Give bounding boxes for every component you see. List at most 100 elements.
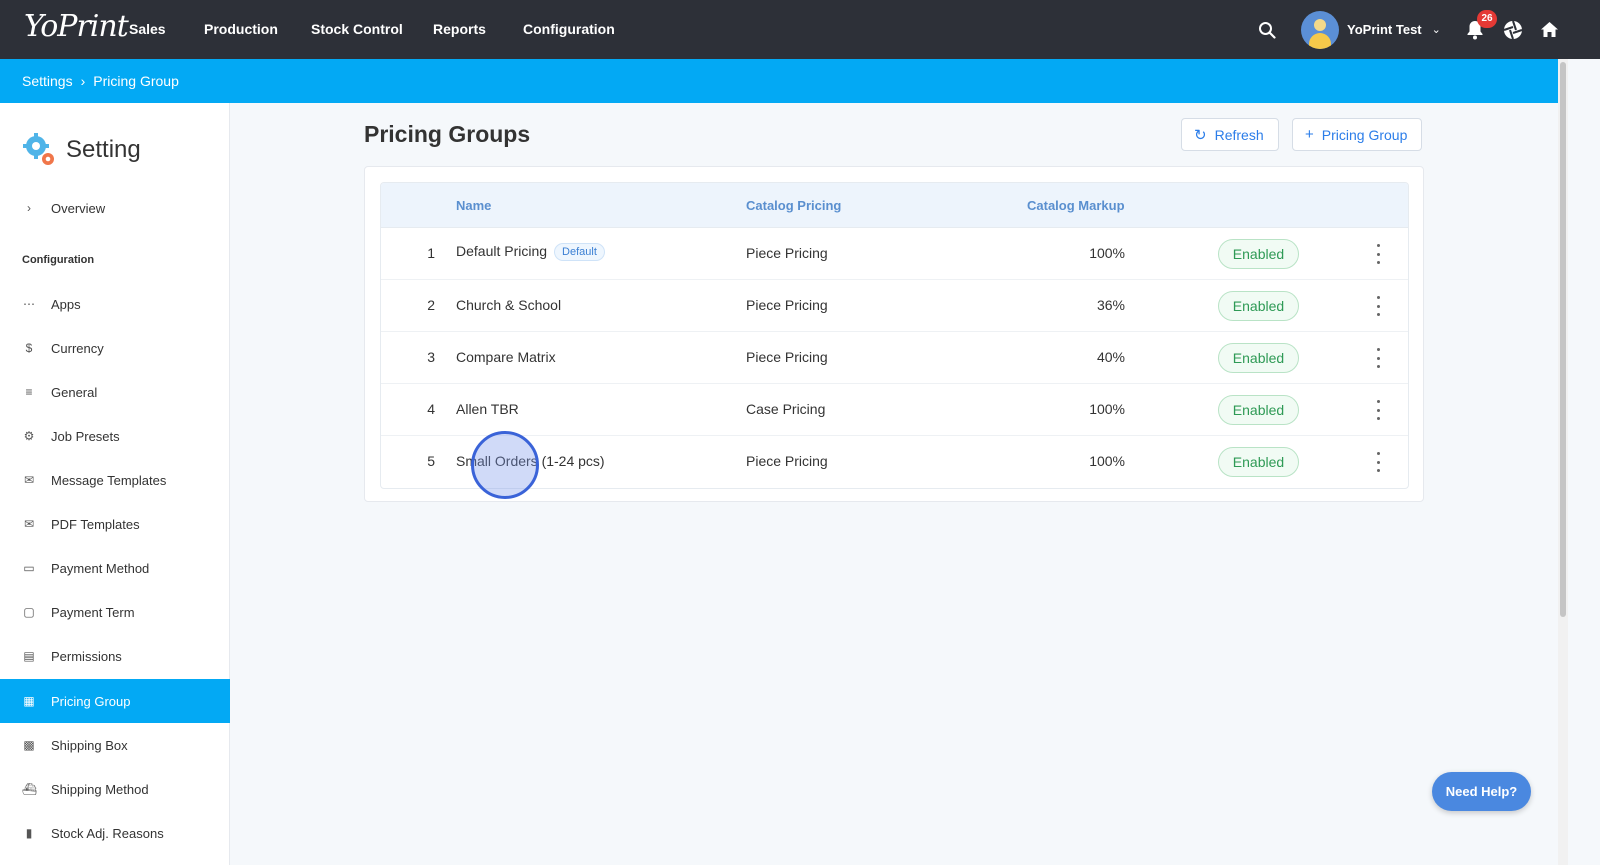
row-name[interactable]: Allen TBR [456,401,519,417]
user-menu[interactable]: YoPrint Test ⌄ [1301,0,1441,59]
refresh-button[interactable]: ↻ Refresh [1181,118,1279,151]
sidebar-item-label: Apps [51,296,81,312]
table-row[interactable]: 2 Church & School Piece Pricing 36% Enab… [381,280,1408,332]
sidebar-title-text: Setting [66,136,141,163]
need-help-button[interactable]: Need Help? [1432,772,1531,811]
row-index: 5 [427,453,435,469]
column-name[interactable]: Name [456,198,491,213]
sidebar-item-label: Shipping Method [51,781,149,797]
row-index: 2 [427,297,435,313]
row-catalog-pricing: Piece Pricing [746,245,828,261]
row-name[interactable]: Church & School [456,297,561,313]
sidebar-item-pricing-group[interactable]: ▦ Pricing Group [0,679,230,723]
search-icon[interactable] [1258,0,1276,59]
sidebar-item-label: General [51,384,98,400]
aperture-icon[interactable] [1503,0,1523,59]
row-index: 4 [427,401,435,417]
dollar-icon: $ [25,341,33,355]
envelope-icon: ✉ [23,517,35,531]
row-name-text: Default Pricing [456,243,548,259]
row-index: 3 [427,349,435,365]
envelope-icon: ✉ [23,473,35,487]
sidebar-item-label: Permissions [51,648,122,664]
more-vertical-icon[interactable] [1371,452,1385,472]
status-badge: Enabled [1218,239,1299,269]
yoprint-logo[interactable]: YoPrint [24,9,129,44]
sliders-icon: ≡ [25,385,33,399]
column-catalog-pricing[interactable]: Catalog Pricing [746,198,841,213]
sidebar-item-label: Overview [51,200,106,216]
more-vertical-icon[interactable] [1371,400,1385,420]
sidebar-item-payment-term[interactable]: ▢ Payment Term [0,590,230,634]
breadcrumb-current: Pricing Group [93,73,179,89]
sidebar-item-shipping-box[interactable]: ▩ Shipping Box [0,723,230,767]
breadcrumb: Settings › Pricing Group [0,59,1558,103]
add-pricing-group-button[interactable]: + Pricing Group [1292,118,1423,151]
default-tag: Default [554,243,605,261]
row-catalog-pricing: Piece Pricing [746,297,828,313]
column-catalog-markup[interactable]: Catalog Markup [1027,198,1125,213]
feedback-icon: ▮ [25,826,33,840]
row-catalog-pricing: Piece Pricing [746,453,828,469]
sidebar-item-payment-method[interactable]: ▭ Payment Method [0,546,230,590]
pricing-groups-table: Name Catalog Pricing Catalog Markup 1 De… [380,182,1409,489]
chevron-right-icon: › [27,201,31,215]
nav-sales[interactable]: Sales [129,21,166,37]
table-row[interactable]: 4 Allen TBR Case Pricing 100% Enabled [381,384,1408,436]
gears-icon [23,133,54,165]
sidebar-item-label: Shipping Box [51,737,128,753]
more-vertical-icon[interactable] [1371,296,1385,316]
bell-icon[interactable] [1466,0,1484,59]
row-index: 1 [427,245,435,261]
nav-stock-control[interactable]: Stock Control [311,21,403,37]
sidebar-item-shipping-method[interactable]: ⛴ Shipping Method [0,767,230,811]
calendar-icon: ▦ [23,694,35,708]
row-catalog-markup: 100% [1089,453,1125,469]
top-navbar: YoPrint Sales Production Stock Control R… [0,0,1600,59]
row-name[interactable]: Small Orders (1-24 pcs) [456,453,605,469]
user-name: YoPrint Test [1347,22,1422,37]
more-vertical-icon[interactable] [1371,348,1385,368]
ship-icon: ⛴ [22,782,38,796]
nav-production[interactable]: Production [204,21,278,37]
chevron-down-icon: ⌄ [1431,24,1441,36]
sidebar-item-stock-adj-reasons[interactable]: ▮ Stock Adj. Reasons [0,811,230,855]
sidebar-section-configuration: Configuration [22,254,95,266]
sidebar-item-general[interactable]: ≡ General [0,370,230,414]
box-icon: ▩ [23,738,35,752]
sidebar-item-label: Pricing Group [51,693,131,709]
row-catalog-markup: 36% [1096,297,1125,313]
row-catalog-pricing: Case Pricing [746,401,826,417]
row-catalog-markup: 100% [1089,401,1125,417]
apps-grid-icon: ⋯ [23,297,35,311]
table-header: Name Catalog Pricing Catalog Markup [381,183,1408,228]
breadcrumb-settings[interactable]: Settings [22,73,73,89]
refresh-button-label: Refresh [1214,126,1264,143]
table-row[interactable]: 3 Compare Matrix Piece Pricing 40% Enabl… [381,332,1408,384]
home-icon[interactable] [1540,0,1559,59]
credit-card-icon: ▭ [23,561,35,575]
settings-sidebar: Setting › Overview Configuration ⋯ Apps $… [0,103,230,865]
sidebar-item-label: PDF Templates [51,516,140,532]
sidebar-item-label: Job Presets [51,428,120,444]
row-name[interactable]: Default Pricing Default [456,243,605,261]
sidebar-item-message-templates[interactable]: ✉ Message Templates [0,458,230,502]
sidebar-item-overview[interactable]: › Overview [0,186,230,230]
table-row[interactable]: 5 Small Orders (1-24 pcs) Piece Pricing … [381,436,1408,488]
status-badge: Enabled [1218,447,1299,477]
table-row[interactable]: 1 Default Pricing Default Piece Pricing 1… [381,228,1408,280]
add-pricing-group-label: Pricing Group [1321,126,1408,143]
nav-configuration[interactable]: Configuration [523,21,615,37]
badge-icon: ▤ [23,649,35,663]
nav-reports[interactable]: Reports [433,21,486,37]
sidebar-item-label: Message Templates [51,472,167,488]
sidebar-item-currency[interactable]: $ Currency [0,326,230,370]
scrollbar-thumb[interactable] [1560,62,1566,617]
sidebar-item-pdf-templates[interactable]: ✉ PDF Templates [0,502,230,546]
more-vertical-icon[interactable] [1371,244,1385,264]
sidebar-item-job-presets[interactable]: ⚙ Job Presets [0,414,230,458]
sidebar-item-apps[interactable]: ⋯ Apps [0,282,230,326]
status-badge: Enabled [1218,343,1299,373]
row-name[interactable]: Compare Matrix [456,349,556,365]
sidebar-item-permissions[interactable]: ▤ Permissions [0,634,230,678]
